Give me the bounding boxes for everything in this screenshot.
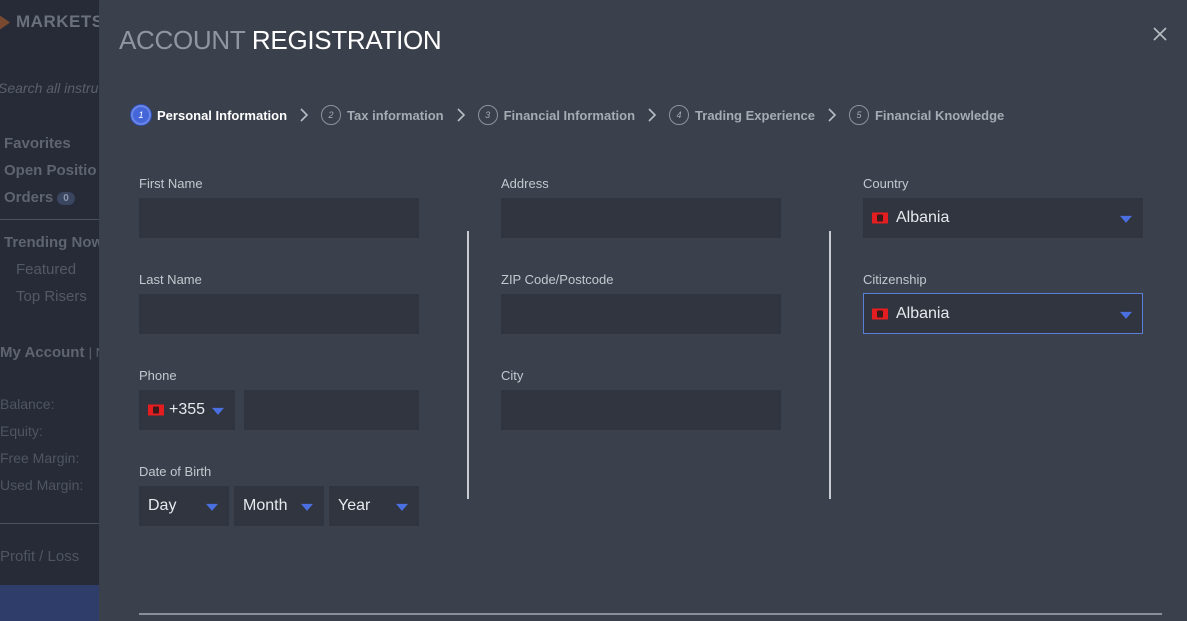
phone-code-value: +355 bbox=[169, 401, 206, 418]
citizenship-select[interactable]: Albania bbox=[863, 293, 1143, 334]
step-number: 5 bbox=[848, 105, 869, 125]
free-margin-label: Free Margin: bbox=[0, 450, 80, 466]
logo-text: MARKETS bbox=[16, 12, 104, 31]
bottom-bar bbox=[0, 585, 100, 621]
first-name-label: First Name bbox=[139, 176, 203, 191]
column-divider bbox=[467, 231, 469, 499]
my-account-label: My Account bbox=[0, 344, 85, 361]
phone-label: Phone bbox=[139, 368, 177, 383]
sidebar-item-open-positions[interactable]: Open Positio bbox=[4, 162, 97, 179]
last-name-label: Last Name bbox=[139, 272, 202, 287]
sidebar-item-orders[interactable]: Orders 0 bbox=[4, 189, 75, 206]
first-name-input[interactable] bbox=[139, 198, 419, 238]
orders-label: Orders bbox=[4, 189, 54, 206]
sidebar-item-my-account[interactable]: My Account | N bbox=[0, 344, 105, 361]
zip-label: ZIP Code/Postcode bbox=[501, 272, 614, 287]
address-label: Address bbox=[501, 176, 549, 191]
step-number: 1 bbox=[131, 105, 151, 125]
step-label: Tax information bbox=[347, 107, 444, 123]
citizenship-label: Citizenship bbox=[863, 272, 927, 287]
step-number: 4 bbox=[669, 105, 690, 125]
orders-count-badge: 0 bbox=[57, 191, 75, 205]
phone-code-select[interactable]: +355 bbox=[139, 390, 235, 430]
balance-label: Balance: bbox=[0, 396, 55, 412]
used-margin-label: Used Margin: bbox=[0, 477, 84, 493]
phone-number-input[interactable] bbox=[244, 390, 419, 430]
albania-flag-icon bbox=[872, 308, 888, 319]
step-trading-experience[interactable]: 4 Trading Experience bbox=[669, 105, 815, 125]
dob-label: Date of Birth bbox=[139, 464, 212, 479]
close-icon[interactable] bbox=[1151, 25, 1169, 43]
registration-modal: ACCOUNT REGISTRATION 1 Personal Informat… bbox=[99, 0, 1187, 621]
dob-day-value: Day bbox=[148, 497, 177, 514]
chevron-right-icon bbox=[648, 108, 657, 122]
chevron-right-icon bbox=[300, 108, 309, 122]
chevron-right-icon bbox=[828, 108, 837, 122]
chevron-right-icon bbox=[457, 108, 465, 122]
sidebar-item-featured[interactable]: Featured bbox=[16, 261, 76, 278]
step-label: Trading Experience bbox=[695, 107, 815, 123]
modal-title: ACCOUNT REGISTRATION bbox=[119, 25, 442, 56]
address-input[interactable] bbox=[501, 198, 781, 238]
city-input[interactable] bbox=[501, 390, 781, 430]
citizenship-value: Albania bbox=[896, 304, 950, 322]
dob-year-value: Year bbox=[338, 497, 371, 514]
step-label: Financial Information bbox=[503, 107, 636, 123]
step-tax-information[interactable]: 2 Tax information bbox=[321, 105, 444, 125]
dob-month-select[interactable]: Month bbox=[234, 486, 324, 526]
city-label: City bbox=[501, 368, 524, 383]
country-label: Country bbox=[863, 176, 909, 191]
step-number: 3 bbox=[477, 105, 498, 125]
sidebar-item-favorites[interactable]: Favorites bbox=[4, 135, 71, 152]
sidebar-item-trending-now[interactable]: Trending Now bbox=[4, 234, 103, 251]
app-logo: MARKETS bbox=[0, 12, 104, 32]
step-financial-information[interactable]: 3 Financial Information bbox=[477, 105, 636, 125]
column-divider bbox=[829, 231, 831, 499]
albania-flag-icon bbox=[148, 404, 164, 416]
sidebar-item-top-risers[interactable]: Top Risers bbox=[16, 288, 87, 305]
country-select[interactable]: Albania bbox=[863, 198, 1143, 238]
zip-input[interactable] bbox=[501, 294, 781, 334]
chevron-down-icon bbox=[396, 503, 408, 511]
albania-flag-icon bbox=[872, 212, 888, 224]
divider bbox=[0, 523, 100, 524]
background-sidebar: MARKETS Search all instru Favorites Open… bbox=[0, 0, 110, 621]
last-name-input[interactable] bbox=[139, 294, 419, 334]
step-number: 2 bbox=[321, 105, 342, 125]
step-label: Financial Knowledge bbox=[874, 107, 1005, 123]
footer-divider bbox=[139, 613, 1162, 615]
logo-icon bbox=[0, 15, 10, 30]
chevron-down-icon bbox=[212, 407, 224, 415]
dob-month-value: Month bbox=[243, 497, 288, 514]
country-value: Albania bbox=[896, 209, 950, 226]
chevron-down-icon bbox=[301, 503, 313, 511]
stepper: 1 Personal Information 2 Tax information… bbox=[131, 103, 1004, 127]
dob-year-select[interactable]: Year bbox=[329, 486, 419, 526]
step-financial-knowledge[interactable]: 5 Financial Knowledge bbox=[848, 105, 1005, 125]
step-label: Personal Information bbox=[157, 107, 288, 123]
dob-day-select[interactable]: Day bbox=[139, 486, 229, 526]
step-personal-information[interactable]: 1 Personal Information bbox=[131, 105, 287, 125]
title-bold: REGISTRATION bbox=[251, 25, 442, 55]
divider bbox=[0, 219, 100, 220]
profit-loss-label: Profit / Loss bbox=[0, 548, 80, 565]
equity-label: Equity: bbox=[0, 423, 43, 439]
search-input[interactable]: Search all instru bbox=[0, 80, 98, 96]
chevron-down-icon bbox=[1120, 215, 1132, 223]
title-light: ACCOUNT bbox=[119, 25, 252, 55]
chevron-down-icon bbox=[1120, 311, 1132, 319]
chevron-down-icon bbox=[206, 503, 218, 511]
